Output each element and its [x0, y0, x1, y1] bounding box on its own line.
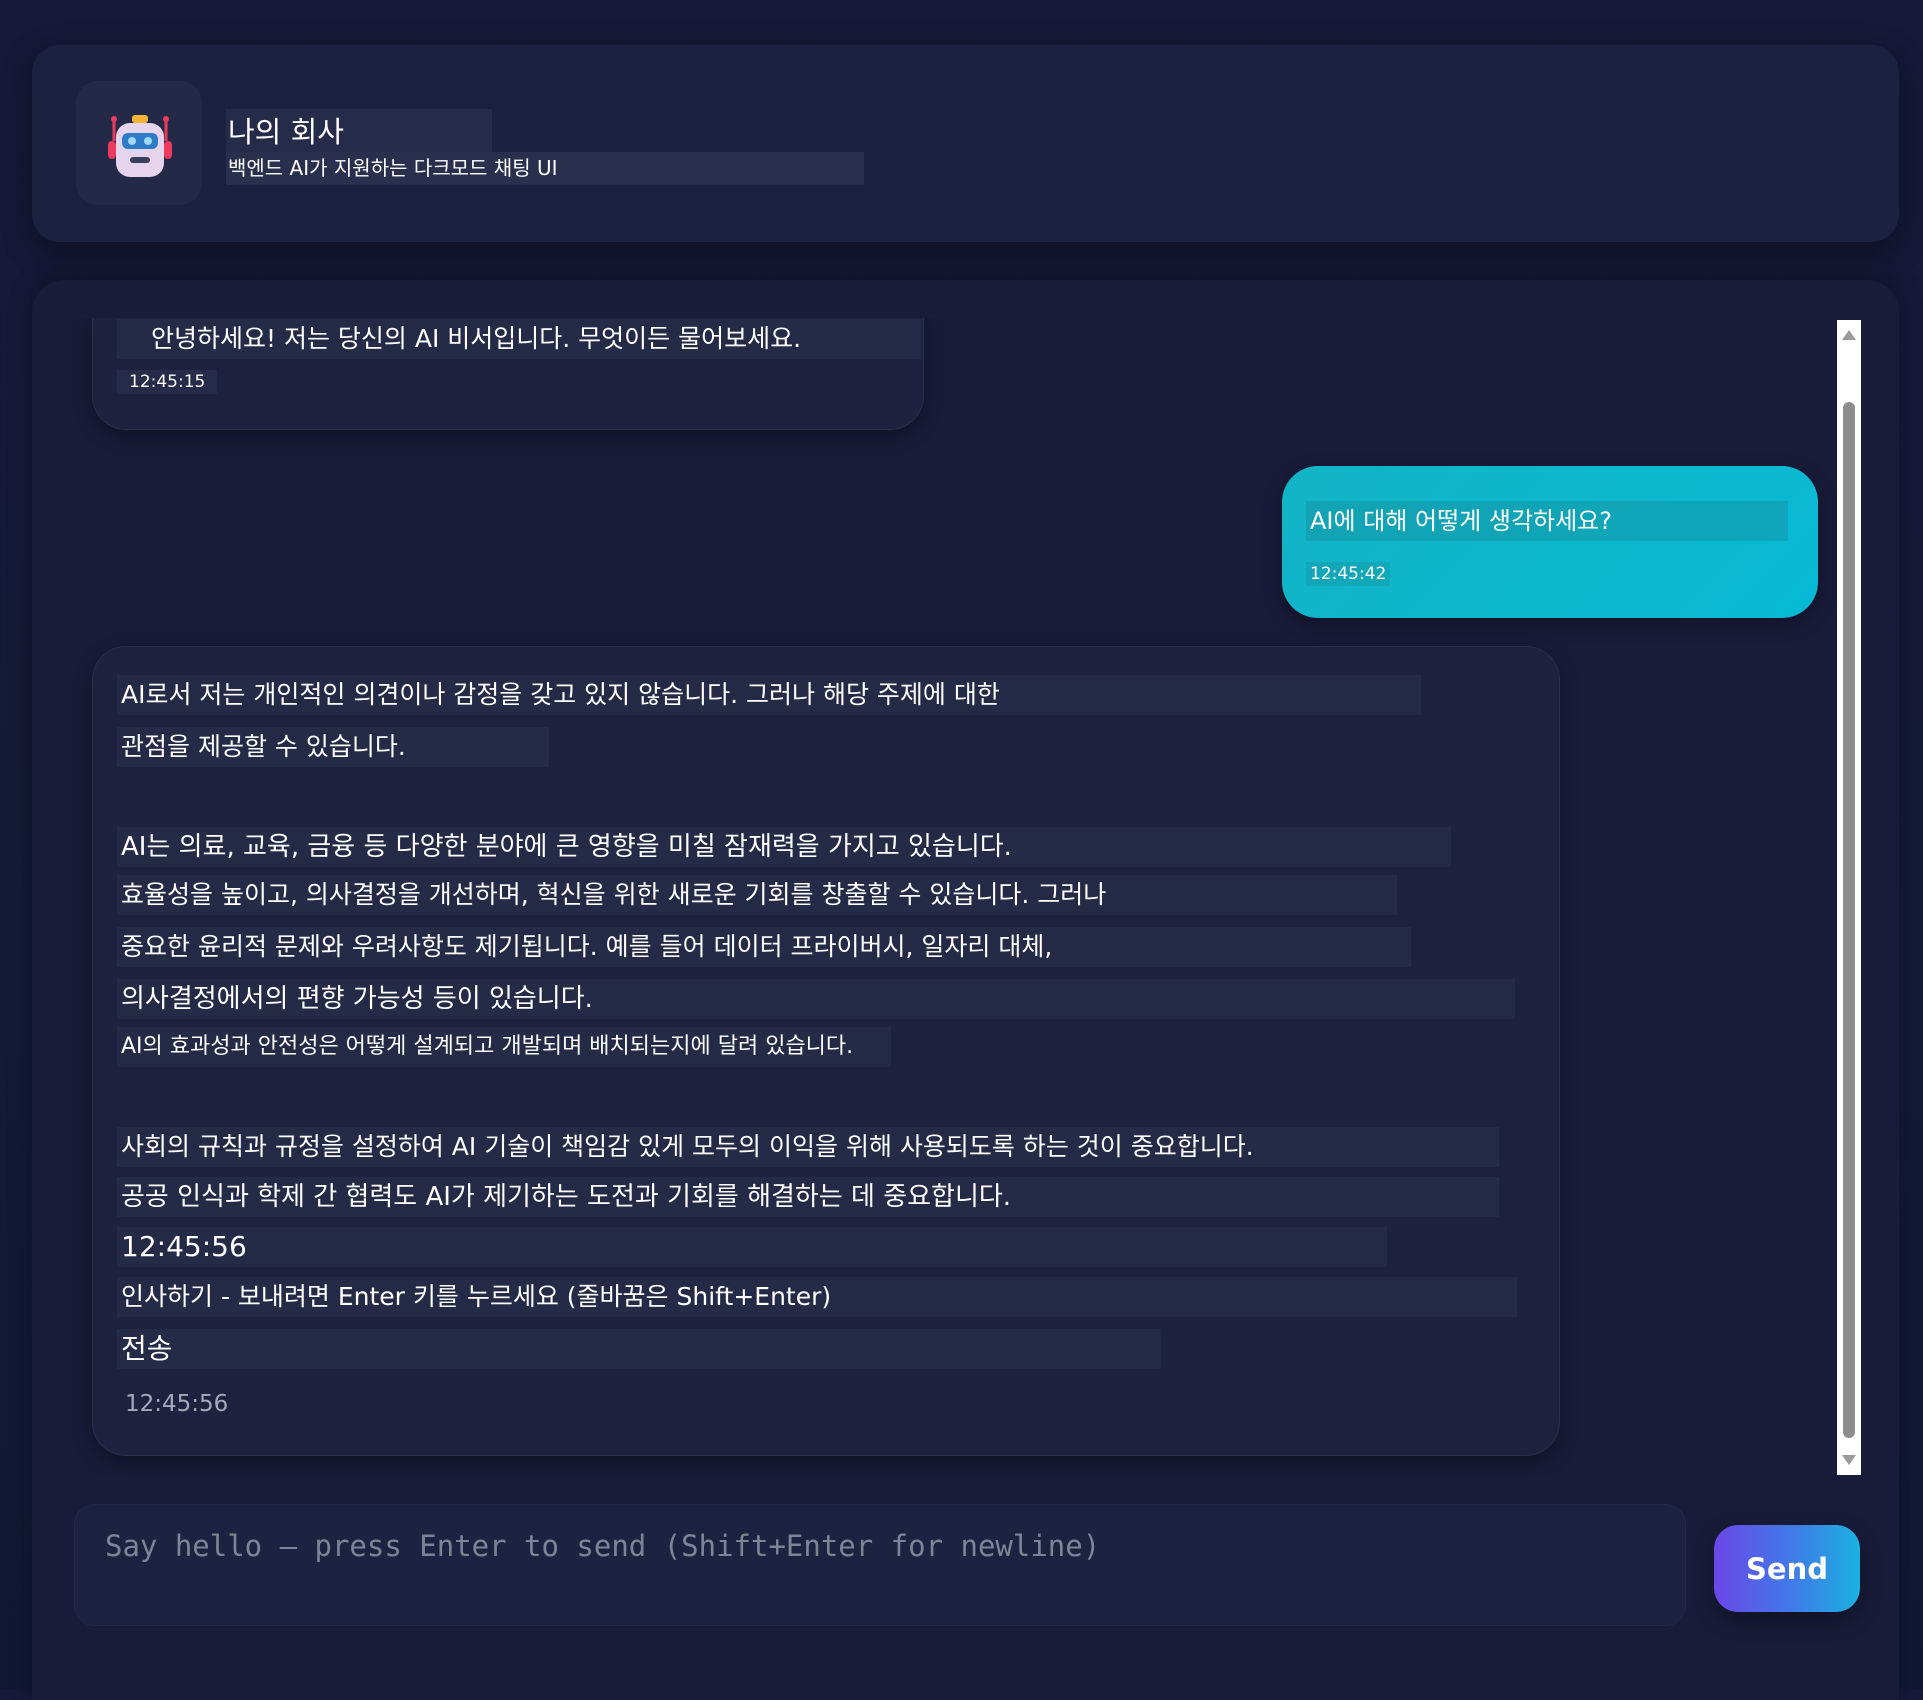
page-subtitle: 백엔드 AI가 지원하는 다크모드 채팅 UI — [226, 152, 864, 185]
message-line: 전송 — [117, 1329, 1161, 1369]
message-line: 인사하기 - 보내려면 Enter 키를 누르세요 (줄바꿈은 Shift+En… — [117, 1277, 1517, 1317]
chat-panel: 안녕하세요! 저는 당신의 AI 비서입니다. 무엇이든 물어보세요. 12:4… — [32, 280, 1899, 1700]
message-input[interactable] — [75, 1505, 1685, 1625]
message-line: 공공 인식과 학제 간 협력도 AI가 제기하는 도전과 기회를 해결하는 데 … — [117, 1177, 1499, 1217]
message-text: AI에 대해 어떻게 생각하세요? — [1306, 501, 1788, 541]
ai-message: 안녕하세요! 저는 당신의 AI 비서입니다. 무엇이든 물어보세요. 12:4… — [92, 318, 924, 430]
message-line: 안녕하세요! 저는 당신의 AI 비서입니다. 무엇이든 물어보세요. — [117, 319, 921, 359]
page-title: 나의 회사 — [226, 109, 492, 155]
message-scrollbar[interactable] — [1837, 320, 1861, 1475]
message-line: 효율성을 높이고, 의사결정을 개선하며, 혁신을 위한 새로운 기회를 창출할… — [117, 875, 1397, 915]
ai-message: AI로서 저는 개인적인 의견이나 감정을 갖고 있지 않습니다. 그러나 해당… — [92, 646, 1560, 1456]
message-line: 12:45:56 — [117, 1227, 1387, 1267]
message-composer — [74, 1504, 1686, 1626]
avatar — [76, 81, 202, 205]
message-timestamp: 12:45:56 — [125, 1391, 229, 1417]
send-button[interactable]: Send — [1714, 1525, 1860, 1612]
scroll-down-arrow-icon[interactable] — [1842, 1455, 1856, 1465]
message-list[interactable]: 안녕하세요! 저는 당신의 AI 비서입니다. 무엇이든 물어보세요. 12:4… — [32, 318, 1852, 1476]
message-line: AI는 의료, 교육, 금융 등 다양한 분야에 큰 영향을 미칠 잠재력을 가… — [117, 827, 1451, 867]
scroll-up-arrow-icon[interactable] — [1842, 330, 1856, 340]
chat-header: 나의 회사 백엔드 AI가 지원하는 다크모드 채팅 UI — [32, 45, 1899, 242]
message-line: 사회의 규칙과 규정을 설정하여 AI 기술이 책임감 있게 모두의 이익을 위… — [117, 1127, 1499, 1167]
message-line: AI의 효과성과 안전성은 어떻게 설계되고 개발되며 배치되는지에 달려 있습… — [117, 1027, 891, 1067]
robot-icon — [108, 115, 172, 177]
message-line: 관점을 제공할 수 있습니다. — [117, 727, 549, 767]
user-message: AI에 대해 어떻게 생각하세요? 12:45:42 — [1282, 466, 1818, 618]
message-line: 중요한 윤리적 문제와 우려사항도 제기됩니다. 예를 들어 데이터 프라이버시… — [117, 927, 1411, 967]
scroll-thumb[interactable] — [1843, 402, 1855, 1438]
message-line: AI로서 저는 개인적인 의견이나 감정을 갖고 있지 않습니다. 그러나 해당… — [117, 675, 1421, 715]
message-timestamp: 12:45:15 — [117, 370, 218, 394]
message-line: 의사결정에서의 편향 가능성 등이 있습니다. — [117, 979, 1515, 1019]
message-timestamp: 12:45:42 — [1306, 562, 1391, 586]
